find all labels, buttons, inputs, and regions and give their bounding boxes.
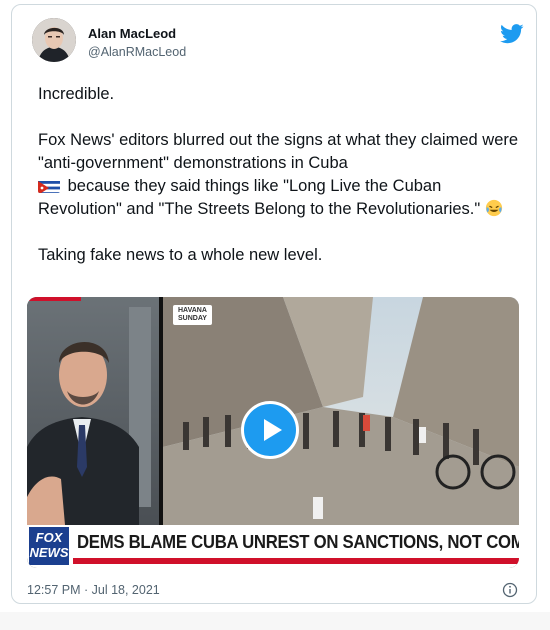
logo-line2: NEWS — [29, 545, 69, 560]
play-icon — [264, 419, 282, 441]
tweet-line-2: Fox News' editors blurred out the signs … — [38, 129, 528, 221]
news-lower-third: FOX NEWS DEMS BLAME CUBA UNREST ON SANCT… — [27, 525, 519, 568]
location-tag-line2: SUNDAY — [178, 315, 207, 322]
video-right-panel: HAVANA SUNDAY — [163, 297, 519, 525]
page-bottom — [0, 612, 550, 630]
red-strip — [27, 297, 81, 301]
avatar[interactable] — [32, 18, 76, 62]
tweet-line-2a: Fox News' editors blurred out the signs … — [38, 131, 519, 172]
author-handle[interactable]: @AlanRMacLeod — [88, 45, 186, 59]
location-tag: HAVANA SUNDAY — [173, 305, 212, 325]
speaker-figure — [27, 297, 159, 525]
street-scene — [163, 297, 519, 525]
headline-bar — [73, 558, 519, 564]
tweet-text: Incredible. Fox News' editors blurred ou… — [38, 83, 528, 290]
avatar-photo — [32, 18, 76, 62]
cuba-flag-icon — [38, 179, 60, 193]
tweet-line-3: Taking fake news to a whole new level. — [38, 246, 323, 264]
tweet-line-2b: because they said things like "Long Live… — [38, 177, 481, 218]
logo-line1: FOX — [35, 530, 63, 545]
twitter-bird-icon[interactable] — [500, 23, 524, 45]
laughing-crying-emoji-icon — [485, 199, 502, 217]
news-headline: DEMS BLAME CUBA UNREST ON SANCTIONS, NOT… — [77, 532, 519, 552]
play-button[interactable] — [241, 401, 299, 459]
tweet-timestamp[interactable]: 12:57 PM · Jul 18, 2021 — [27, 583, 160, 597]
video-player[interactable]: HAVANA SUNDAY FOX NEWS DEMS BLAME CUBA U… — [27, 297, 519, 568]
fox-news-logo: FOX NEWS — [29, 527, 69, 565]
tweet-card: Alan MacLeod @AlanRMacLeod Incredible. F… — [11, 4, 537, 604]
location-tag-line1: HAVANA — [178, 307, 207, 314]
tweet-line-1: Incredible. — [38, 85, 115, 103]
author-name[interactable]: Alan MacLeod — [88, 26, 176, 41]
video-left-panel — [27, 297, 159, 525]
info-icon[interactable] — [502, 582, 518, 598]
